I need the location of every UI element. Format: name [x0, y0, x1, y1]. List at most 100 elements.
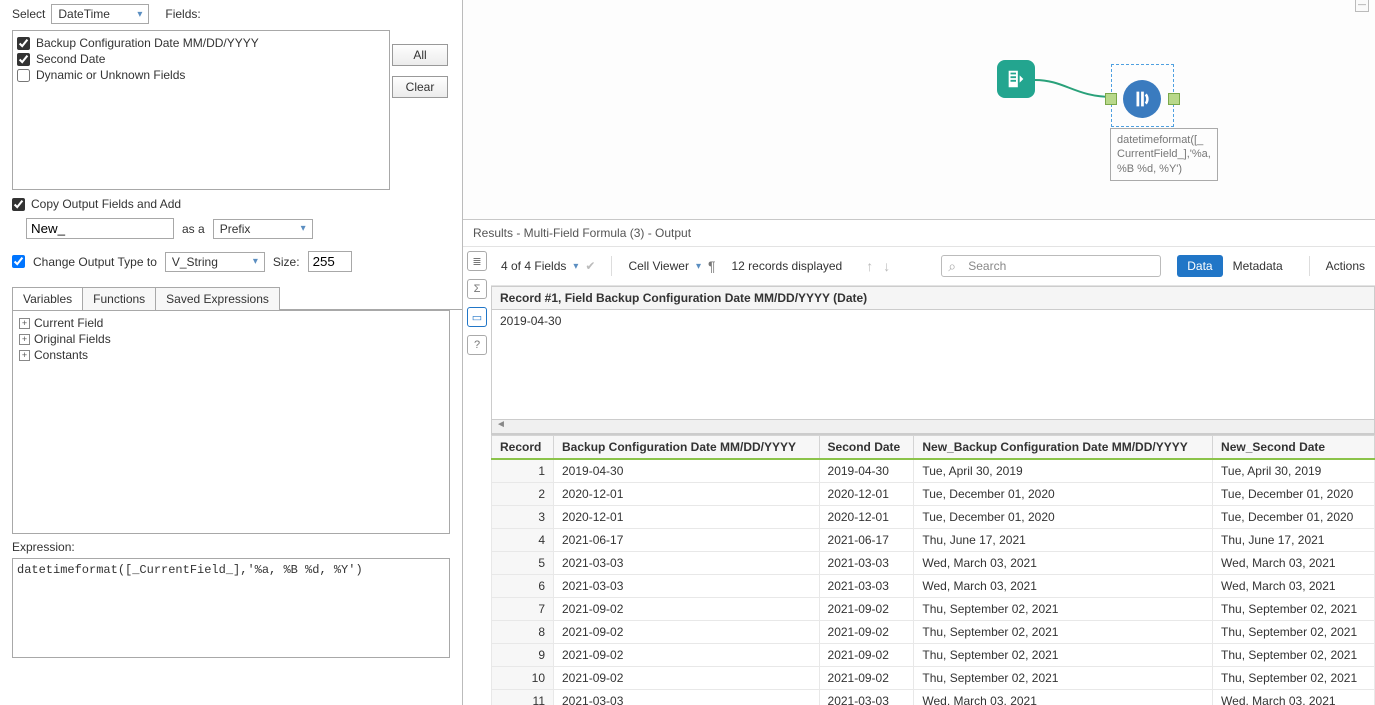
tool-annotation: datetimeformat([_CurrentField_],'%a, %B …: [1110, 128, 1218, 181]
column-header[interactable]: New_Second Date: [1213, 436, 1375, 460]
table-cell: 2021-09-02: [554, 621, 820, 644]
table-cell: 2021-09-02: [819, 667, 914, 690]
field-checkbox[interactable]: [17, 37, 30, 50]
table-cell: 2021-09-02: [554, 644, 820, 667]
pilcrow-icon[interactable]: ¶: [708, 258, 716, 274]
field-option[interactable]: Dynamic or Unknown Fields: [17, 67, 385, 83]
layout-sigma-icon[interactable]: Σ: [467, 279, 487, 299]
table-cell: Wed, March 03, 2021: [1213, 575, 1375, 598]
input-anchor[interactable]: [1105, 93, 1117, 105]
input-data-tool[interactable]: [997, 60, 1035, 98]
table-cell: 7: [492, 598, 554, 621]
horizontal-scrollbar[interactable]: [491, 420, 1375, 434]
table-cell: Wed, March 03, 2021: [914, 575, 1213, 598]
workflow-canvas[interactable]: — datetimeformat([_CurrentField_],'%a, %…: [463, 0, 1375, 220]
copy-output-label: Copy Output Fields and Add: [31, 197, 181, 211]
copy-output-checkbox[interactable]: [12, 198, 25, 211]
search-input[interactable]: Search: [941, 255, 1161, 277]
select-type-combo[interactable]: DateTime▾: [51, 4, 149, 24]
expand-icon[interactable]: +: [19, 318, 30, 329]
actions-menu[interactable]: Actions: [1326, 259, 1365, 273]
size-textbox[interactable]: [308, 251, 352, 272]
output-type-combo[interactable]: V_String▾: [165, 252, 265, 272]
table-row[interactable]: 42021-06-172021-06-17Thu, June 17, 2021T…: [492, 529, 1375, 552]
table-cell: 3: [492, 506, 554, 529]
field-option[interactable]: Backup Configuration Date MM/DD/YYYY: [17, 35, 385, 51]
table-cell: 2020-12-01: [819, 506, 914, 529]
table-cell: Wed, March 03, 2021: [914, 552, 1213, 575]
table-row[interactable]: 22020-12-012020-12-01Tue, December 01, 2…: [492, 483, 1375, 506]
field-label: Dynamic or Unknown Fields: [36, 68, 185, 82]
table-cell: 2021-06-17: [819, 529, 914, 552]
column-header[interactable]: Record: [492, 436, 554, 460]
fields-dropdown[interactable]: ▾: [570, 261, 581, 272]
expand-icon[interactable]: +: [19, 350, 30, 361]
table-cell: Thu, September 02, 2021: [1213, 598, 1375, 621]
table-cell: 2021-03-03: [554, 575, 820, 598]
prev-record-icon[interactable]: ↑: [864, 258, 875, 274]
column-header[interactable]: New_Backup Configuration Date MM/DD/YYYY: [914, 436, 1213, 460]
fields-apply-icon[interactable]: ✔: [585, 259, 595, 273]
tree-item[interactable]: +Constants: [17, 347, 445, 363]
output-anchor[interactable]: [1168, 93, 1180, 105]
table-cell: 2021-09-02: [819, 598, 914, 621]
cell-viewer-dropdown[interactable]: ▾: [693, 261, 704, 272]
tab-variables[interactable]: Variables: [12, 287, 83, 310]
table-cell: 2021-03-03: [819, 690, 914, 705]
tree-item[interactable]: +Original Fields: [17, 331, 445, 347]
clear-button[interactable]: Clear: [392, 76, 448, 98]
connection-wire: [1035, 75, 1113, 100]
table-cell: 2020-12-01: [819, 483, 914, 506]
table-row[interactable]: 112021-03-032021-03-03Wed, March 03, 202…: [492, 690, 1375, 705]
expand-icon[interactable]: +: [19, 334, 30, 345]
layout-single-icon[interactable]: ▭: [467, 307, 487, 327]
table-cell: 2021-09-02: [819, 644, 914, 667]
field-option[interactable]: Second Date: [17, 51, 385, 67]
table-cell: Thu, September 02, 2021: [1213, 667, 1375, 690]
table-row[interactable]: 82021-09-022021-09-02Thu, September 02, …: [492, 621, 1375, 644]
column-header[interactable]: Second Date: [819, 436, 914, 460]
table-cell: 2021-03-03: [819, 575, 914, 598]
column-header[interactable]: Backup Configuration Date MM/DD/YYYY: [554, 436, 820, 460]
prefix-suffix-combo[interactable]: Prefix▾: [213, 219, 313, 239]
expression-textarea[interactable]: datetimeformat([_CurrentField_],'%a, %B …: [12, 558, 450, 658]
table-cell: 2021-03-03: [554, 690, 820, 705]
prefix-textbox[interactable]: [26, 218, 174, 239]
record-header: Record #1, Field Backup Configuration Da…: [491, 286, 1375, 310]
table-cell: 2020-12-01: [554, 483, 820, 506]
table-cell: 2019-04-30: [819, 459, 914, 483]
table-cell: Thu, September 02, 2021: [914, 644, 1213, 667]
table-row[interactable]: 92021-09-022021-09-02Thu, September 02, …: [492, 644, 1375, 667]
field-checkbox[interactable]: [17, 53, 30, 66]
tree-item[interactable]: + Current Field: [17, 315, 445, 331]
tree-label: Current Field: [34, 316, 103, 330]
table-row[interactable]: 52021-03-032021-03-03Wed, March 03, 2021…: [492, 552, 1375, 575]
table-cell: 2: [492, 483, 554, 506]
view-data-tab[interactable]: Data: [1177, 255, 1222, 277]
record-value: 2019-04-30: [491, 310, 1375, 420]
tab-functions[interactable]: Functions: [82, 287, 156, 310]
all-button[interactable]: All: [392, 44, 448, 66]
table-row[interactable]: 12019-04-302019-04-30Tue, April 30, 2019…: [492, 459, 1375, 483]
layout-rows-icon[interactable]: ≣: [467, 251, 487, 271]
table-row[interactable]: 62021-03-032021-03-03Wed, March 03, 2021…: [492, 575, 1375, 598]
table-cell: 1: [492, 459, 554, 483]
table-cell: Thu, June 17, 2021: [914, 529, 1213, 552]
results-table[interactable]: RecordBackup Configuration Date MM/DD/YY…: [491, 435, 1375, 705]
fields-listbox[interactable]: Backup Configuration Date MM/DD/YYYYSeco…: [12, 30, 390, 190]
change-output-checkbox[interactable]: [12, 255, 25, 268]
table-cell: Tue, December 01, 2020: [1213, 483, 1375, 506]
table-row[interactable]: 102021-09-022021-09-02Thu, September 02,…: [492, 667, 1375, 690]
canvas-collapse-button[interactable]: —: [1355, 0, 1369, 12]
help-icon[interactable]: ?: [467, 335, 487, 355]
multi-field-formula-tool[interactable]: [1123, 80, 1161, 118]
variables-tree[interactable]: + Current Field+Original Fields+Constants: [12, 310, 450, 534]
view-metadata-tab[interactable]: Metadata: [1223, 255, 1293, 277]
table-row[interactable]: 32020-12-012020-12-01Tue, December 01, 2…: [492, 506, 1375, 529]
tab-saved-expressions[interactable]: Saved Expressions: [155, 287, 280, 310]
expression-label: Expression:: [12, 540, 462, 554]
next-record-icon[interactable]: ↓: [881, 258, 892, 274]
field-checkbox[interactable]: [17, 69, 30, 82]
table-row[interactable]: 72021-09-022021-09-02Thu, September 02, …: [492, 598, 1375, 621]
table-cell: Tue, December 01, 2020: [914, 506, 1213, 529]
